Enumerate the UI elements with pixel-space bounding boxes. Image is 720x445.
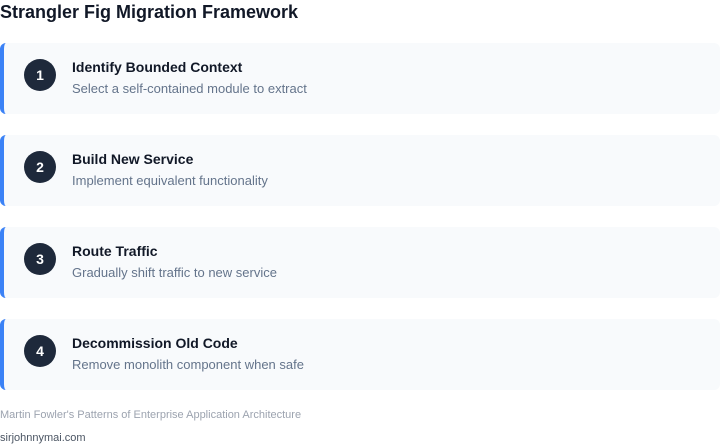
step-card-4: 4 Decommission Old Code Remove monolith …	[0, 319, 720, 390]
site-link[interactable]: sirjohnnymai.com	[0, 432, 86, 445]
step-card-2: 2 Build New Service Implement equivalent…	[0, 135, 720, 206]
step-title: Decommission Old Code	[72, 335, 238, 351]
step-number-badge: 1	[24, 59, 56, 91]
steps-list: 1 Identify Bounded Context Select a self…	[0, 43, 720, 411]
step-number-badge: 3	[24, 243, 56, 275]
step-title: Identify Bounded Context	[72, 59, 243, 75]
step-card-3: 3 Route Traffic Gradually shift traffic …	[0, 227, 720, 298]
step-description: Remove monolith component when safe	[72, 357, 304, 372]
step-description: Implement equivalent functionality	[72, 173, 268, 188]
step-title: Route Traffic	[72, 243, 158, 259]
step-number-badge: 4	[24, 335, 56, 367]
step-card-1: 1 Identify Bounded Context Select a self…	[0, 43, 720, 114]
step-number-badge: 2	[24, 151, 56, 183]
step-description: Select a self-contained module to extrac…	[72, 81, 307, 96]
page-title: Strangler Fig Migration Framework	[0, 2, 299, 22]
step-title: Build New Service	[72, 151, 194, 167]
step-description: Gradually shift traffic to new service	[72, 265, 277, 280]
source-note: Martin Fowler's Patterns of Enterprise A…	[0, 409, 302, 421]
